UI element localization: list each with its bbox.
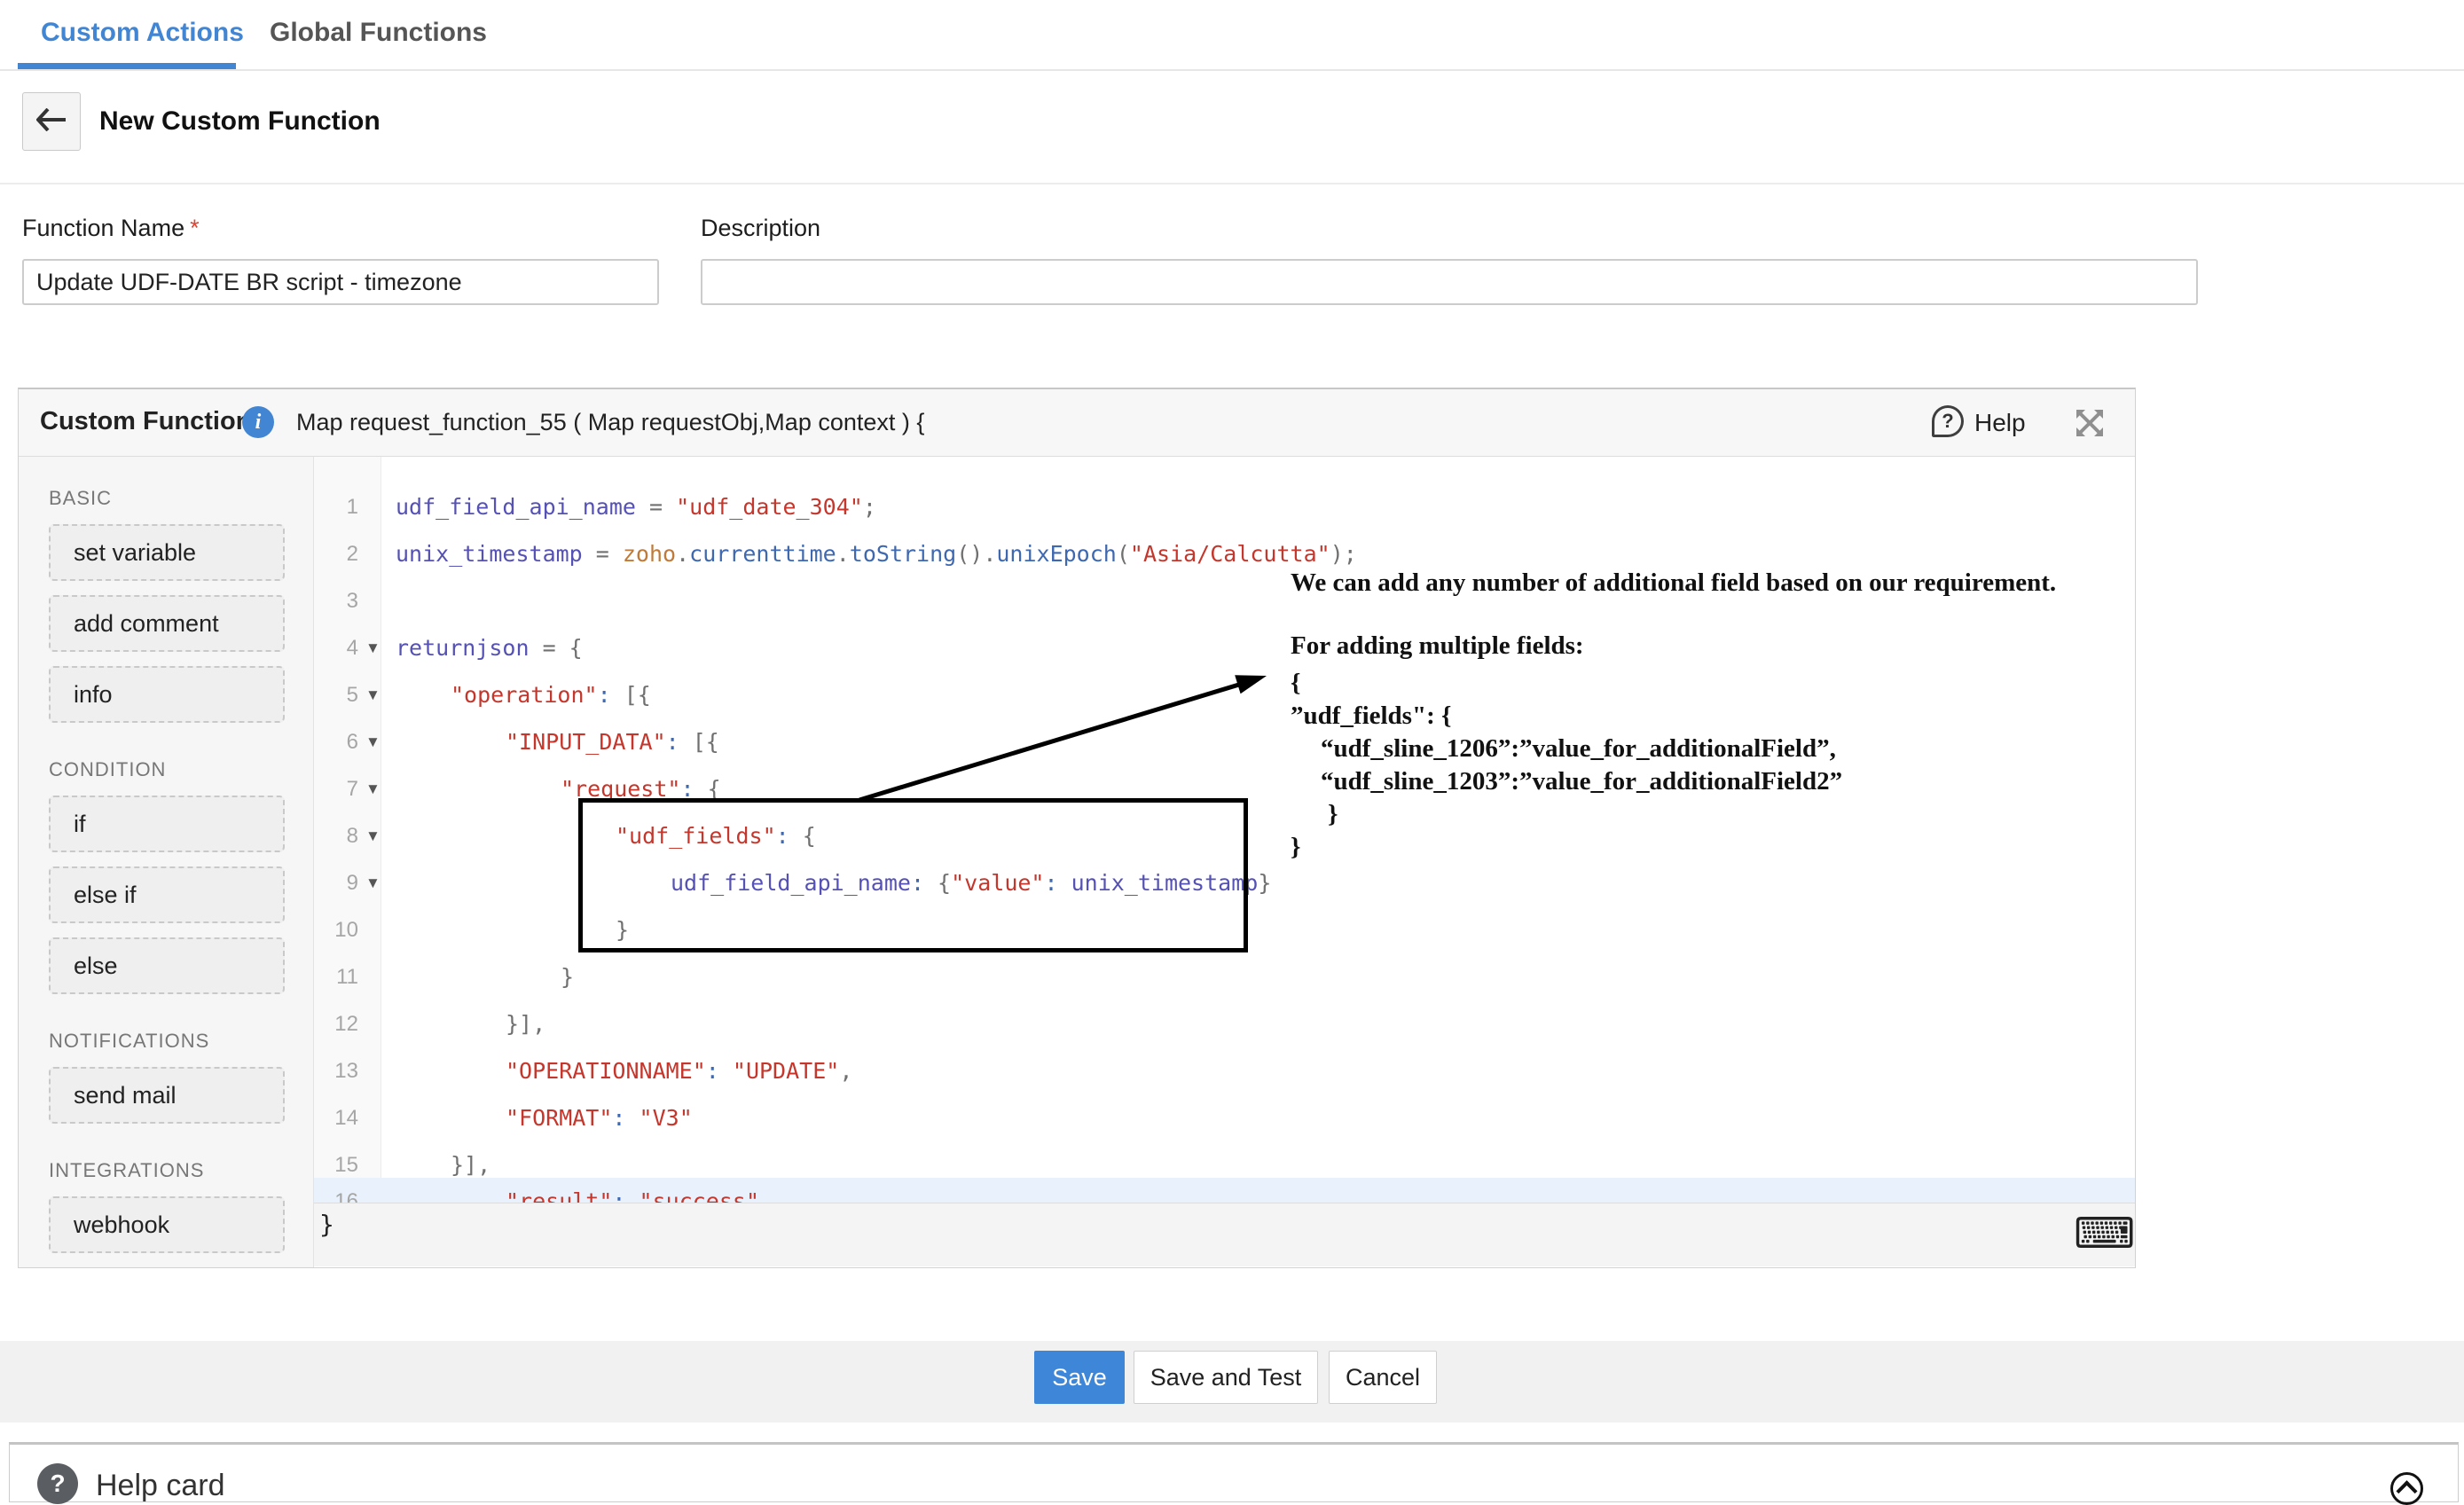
sidebar-section-label: CONDITION xyxy=(49,758,313,781)
code-line[interactable]: 12}], xyxy=(314,1000,2135,1047)
keyboard-shortcuts-icon[interactable]: ⌨ xyxy=(2074,1203,2135,1266)
sidebar-item-set-variable[interactable]: set variable xyxy=(49,524,285,581)
line-number: 5 xyxy=(314,671,358,718)
line-number: 16 xyxy=(314,1178,358,1203)
line-number: 10 xyxy=(314,906,358,953)
annotation-json-line: { xyxy=(1291,667,1842,700)
info-icon[interactable]: i xyxy=(242,406,274,438)
sidebar-item-else[interactable]: else xyxy=(49,937,285,994)
tab-custom-actions[interactable]: Custom Actions xyxy=(41,18,244,48)
code-line[interactable]: 13"OPERATIONNAME": "UPDATE", xyxy=(314,1047,2135,1094)
line-number: 3 xyxy=(314,577,358,624)
annotation-heading: We can add any number of additional fiel… xyxy=(1291,568,2133,598)
line-number: 12 xyxy=(314,1000,358,1047)
help-card xyxy=(9,1442,2459,1502)
help-card-question-icon: ? xyxy=(37,1463,78,1504)
cancel-button[interactable]: Cancel xyxy=(1329,1351,1437,1404)
sidebar-section-label: BASIC xyxy=(49,487,313,510)
function-name-label: Function Name* xyxy=(22,215,200,242)
code-line[interactable]: 4▼returnjson = { xyxy=(314,624,2135,671)
help-question-icon[interactable]: ? xyxy=(1932,405,1964,437)
back-button[interactable] xyxy=(22,92,81,151)
fold-arrow-icon[interactable]: ▼ xyxy=(365,812,381,859)
code-line[interactable]: 14"FORMAT": "V3" xyxy=(314,1094,2135,1141)
function-signature: Map request_function_55 ( Map requestObj… xyxy=(296,409,924,436)
sidebar-item-if[interactable]: if xyxy=(49,796,285,852)
tab-bar-divider xyxy=(0,69,2464,71)
line-number: 9 xyxy=(314,859,358,906)
help-link[interactable]: Help xyxy=(1974,409,2026,437)
header-divider xyxy=(0,183,2464,184)
code-line[interactable]: 16"result": "success" xyxy=(314,1178,2135,1203)
annotation-json-line: } xyxy=(1291,798,1842,831)
fold-arrow-icon[interactable]: ▼ xyxy=(365,859,381,906)
annotation-subheading: For adding multiple fields: xyxy=(1291,631,1584,661)
help-card-collapse-button[interactable] xyxy=(2390,1472,2423,1505)
line-number: 7 xyxy=(314,765,358,812)
line-number: 14 xyxy=(314,1094,358,1141)
action-palette-sidebar: BASIC set variable add comment info CONDITIO… xyxy=(19,457,314,1267)
line-number: 11 xyxy=(314,953,358,1000)
expand-fullscreen-icon[interactable] xyxy=(2074,407,2106,439)
line-number: 8 xyxy=(314,812,358,859)
sidebar-item-webhook[interactable]: webhook xyxy=(49,1196,285,1253)
function-name-input[interactable] xyxy=(22,259,659,305)
sidebar-section-label: NOTIFICATIONS xyxy=(49,1030,313,1053)
sidebar-sections: BASIC set variable add comment info CONDITIO… xyxy=(49,487,313,1253)
sidebar-item-else-if[interactable]: else if xyxy=(49,866,285,923)
save-button[interactable]: Save xyxy=(1034,1351,1125,1404)
fold-arrow-icon[interactable]: ▼ xyxy=(365,765,381,812)
sidebar-item-send-mail[interactable]: send mail xyxy=(49,1067,285,1124)
panel-title: Custom Function xyxy=(40,407,251,436)
code-line[interactable]: 5▼"operation": [{ xyxy=(314,671,2135,718)
back-arrow-icon xyxy=(36,108,67,136)
fold-arrow-icon[interactable]: ▼ xyxy=(365,624,381,671)
save-and-test-button[interactable]: Save and Test xyxy=(1134,1351,1318,1404)
code-line[interactable]: 1udf_field_api_name = "udf_date_304"; xyxy=(314,483,2135,530)
annotation-json-line: “udf_sline_1203”:”value_for_additionalFi… xyxy=(1291,765,1842,798)
code-line[interactable]: 6▼"INPUT_DATA": [{ xyxy=(314,718,2135,765)
chevron-up-icon xyxy=(2396,1480,2417,1501)
description-label: Description xyxy=(701,215,820,242)
line-number: 4 xyxy=(314,624,358,671)
annotation-json: {”udf_fields": {“udf_sline_1206”:”value_… xyxy=(1291,667,1842,864)
annotation-json-line: ”udf_fields": { xyxy=(1291,700,1842,733)
code-line[interactable]: 11} xyxy=(314,953,2135,1000)
annotation-json-line: “udf_sline_1206”:”value_for_additionalFi… xyxy=(1291,733,1842,765)
function-closing-brace: } xyxy=(319,1210,334,1239)
fold-arrow-icon[interactable]: ▼ xyxy=(365,671,381,718)
sidebar-item-add-comment[interactable]: add comment xyxy=(49,595,285,652)
sidebar-section-label: INTEGRATIONS xyxy=(49,1159,313,1182)
help-card-label: Help card xyxy=(96,1469,225,1503)
description-input[interactable] xyxy=(701,259,2198,305)
line-number: 13 xyxy=(314,1047,358,1094)
page-title: New Custom Function xyxy=(99,106,381,137)
annotation-json-line: } xyxy=(1291,831,1842,864)
required-asterisk: * xyxy=(190,215,200,241)
tab-global-functions[interactable]: Global Functions xyxy=(270,18,487,48)
line-number: 6 xyxy=(314,718,358,765)
line-number: 2 xyxy=(314,530,358,577)
sidebar-item-info[interactable]: info xyxy=(49,666,285,723)
line-number: 1 xyxy=(314,483,358,530)
fold-arrow-icon[interactable]: ▼ xyxy=(365,718,381,765)
editor-footer xyxy=(314,1203,2135,1266)
highlight-box-annotation xyxy=(578,798,1248,952)
